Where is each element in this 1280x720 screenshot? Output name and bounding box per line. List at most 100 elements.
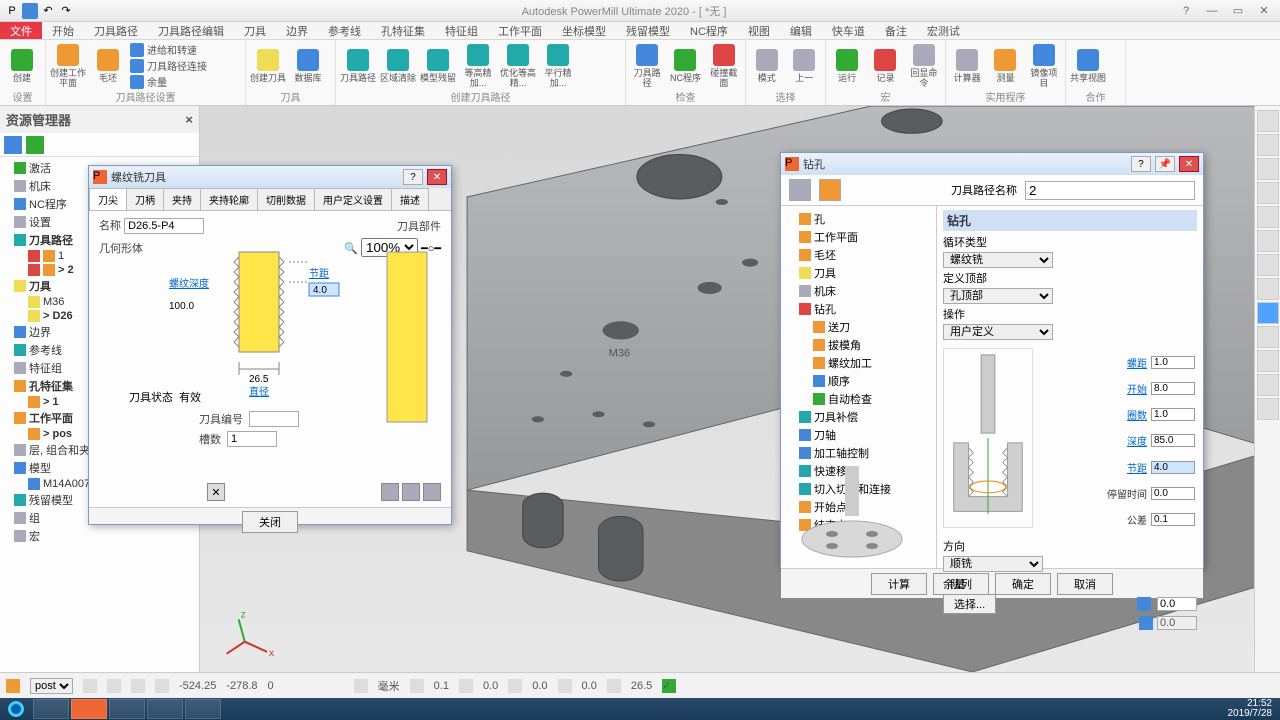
windows-taskbar[interactable]: 21:522019/7/28 [0,698,1280,720]
close-icon[interactable]: ✕ [1252,3,1276,19]
dialog-tab[interactable]: 刀尖 [89,188,127,210]
pathname-input[interactable] [1025,181,1195,200]
database-button[interactable]: 数据库 [290,49,326,83]
top-select[interactable]: 孔顶部 [943,288,1053,304]
view-icon[interactable] [1257,278,1279,300]
bulb-icon[interactable] [28,264,40,276]
calculate-button[interactable]: 计算 [871,573,927,595]
close-button[interactable]: 关闭 [242,511,298,533]
menu-tab[interactable]: 刀具路径编辑 [148,21,234,41]
tool-icon[interactable] [26,136,44,154]
pitch-input[interactable] [1151,356,1195,369]
status-icon[interactable] [459,679,473,693]
view-icon[interactable] [1257,374,1279,396]
menu-tab[interactable]: 编辑 [780,21,822,41]
status-icon[interactable] [83,679,97,693]
calculator-button[interactable]: 计算器 [950,49,984,83]
menu-tab[interactable]: 视图 [738,21,780,41]
delete-icon[interactable]: ✕ [207,483,225,501]
lead-link[interactable]: 节距 [1107,460,1147,475]
taskbar-app[interactable] [185,699,221,719]
pitch-link[interactable]: 螺距 [1107,355,1147,370]
parallel-button[interactable]: 平行精加... [540,44,576,88]
workplane-select[interactable]: post [30,678,73,694]
view-icon[interactable] [1257,206,1279,228]
collision-button[interactable]: 碰撞截面 [707,44,741,88]
measure-button[interactable]: 测量 [988,49,1022,83]
toolpath-button[interactable]: 刀具路径 [340,49,376,83]
dialog-help-icon[interactable]: ? [403,169,423,185]
dialog-tab[interactable]: 描述 [391,188,429,210]
residual-button[interactable]: 模型残留 [420,49,456,83]
taskbar-app[interactable] [33,699,69,719]
qat-undo-icon[interactable]: ↶ [40,3,56,19]
share-view-button[interactable]: 共享视图 [1070,49,1106,83]
check-nc-button[interactable]: NC程序 [668,49,702,83]
status-icon[interactable] [410,679,424,693]
create-button[interactable]: 创建 [4,49,40,83]
toolpath-link-button[interactable]: 刀具路径连接 [130,58,207,73]
dialog-tab[interactable]: 夹持 [163,188,201,210]
menu-tab[interactable]: 快车道 [822,21,875,41]
tol-input[interactable] [1151,513,1195,526]
status-check-icon[interactable]: ✓ [662,679,676,693]
taskbar-app[interactable] [109,699,145,719]
allow1-input[interactable] [1157,597,1197,611]
help-icon[interactable]: ? [1174,3,1198,19]
view-icon[interactable] [1257,110,1279,132]
echo-button[interactable]: 回显命令 [907,44,941,88]
slots-input[interactable] [227,431,277,447]
minimize-icon[interactable]: — [1200,3,1224,19]
mode-button[interactable]: 模式 [750,49,784,83]
status-icon[interactable] [131,679,145,693]
depth-link[interactable]: 深度 [1107,433,1147,448]
allow-icon[interactable] [1139,616,1153,630]
feed-speed-button[interactable]: 进给和转速 [130,42,207,57]
start-button[interactable] [0,698,32,720]
dialog-tab[interactable]: 刀柄 [126,188,164,210]
tool-action-icon[interactable] [402,483,420,501]
tool-num-input[interactable] [249,411,299,427]
dialog-pin-icon[interactable]: 📌 [1155,156,1175,172]
dir-select[interactable]: 顺铣 [943,556,1043,572]
lead-input[interactable] [1151,461,1195,474]
run-button[interactable]: 运行 [830,49,864,83]
dialog-close-icon[interactable]: ✕ [1179,156,1199,172]
workplane-button[interactable]: 创建工作平面 [50,44,86,88]
start-link[interactable]: 开始 [1107,381,1147,396]
record-button[interactable]: 记录 [868,49,902,83]
status-icon[interactable] [155,679,169,693]
start-input[interactable] [1151,382,1195,395]
status-icon[interactable] [508,679,522,693]
bulb-icon[interactable] [28,250,40,262]
menu-tab[interactable]: 特征组 [435,21,488,41]
area-clear-button[interactable]: 区域清除 [380,49,416,83]
stock-button[interactable]: 毛坯 [90,49,126,83]
view-icon[interactable] [1257,326,1279,348]
view-icon[interactable] [1257,134,1279,156]
create-tool-button[interactable]: 创建刀具 [250,49,286,83]
view-icon[interactable] [1257,158,1279,180]
explorer-close-icon[interactable]: × [185,112,193,127]
optimize-button[interactable]: 优化等高精... [500,44,536,88]
dialog-tab[interactable]: 用户定义设置 [314,188,392,210]
strategy-icon[interactable] [789,179,811,201]
qat-save-icon[interactable] [22,3,38,19]
menu-tab[interactable]: 坐标模型 [552,21,616,41]
check-toolpath-button[interactable]: 刀具路径 [630,44,664,88]
allow2-input[interactable] [1157,616,1197,630]
turns-link[interactable]: 圈数 [1107,407,1147,422]
depth-input[interactable] [1151,434,1195,447]
select-button[interactable]: 选择... [943,594,996,614]
turns-input[interactable] [1151,408,1195,421]
menu-tab[interactable]: 开始 [42,21,84,41]
dialog-tab[interactable]: 切削数据 [257,188,315,210]
menu-tab[interactable]: 宏测试 [917,21,970,41]
dwell-input[interactable] [1151,487,1195,500]
status-icon[interactable] [607,679,621,693]
status-icon[interactable] [107,679,121,693]
view-icon[interactable] [1257,230,1279,252]
menu-tab[interactable]: 刀具路径 [84,21,148,41]
taskbar-app[interactable] [71,699,107,719]
menu-tab[interactable]: NC程序 [680,21,738,41]
